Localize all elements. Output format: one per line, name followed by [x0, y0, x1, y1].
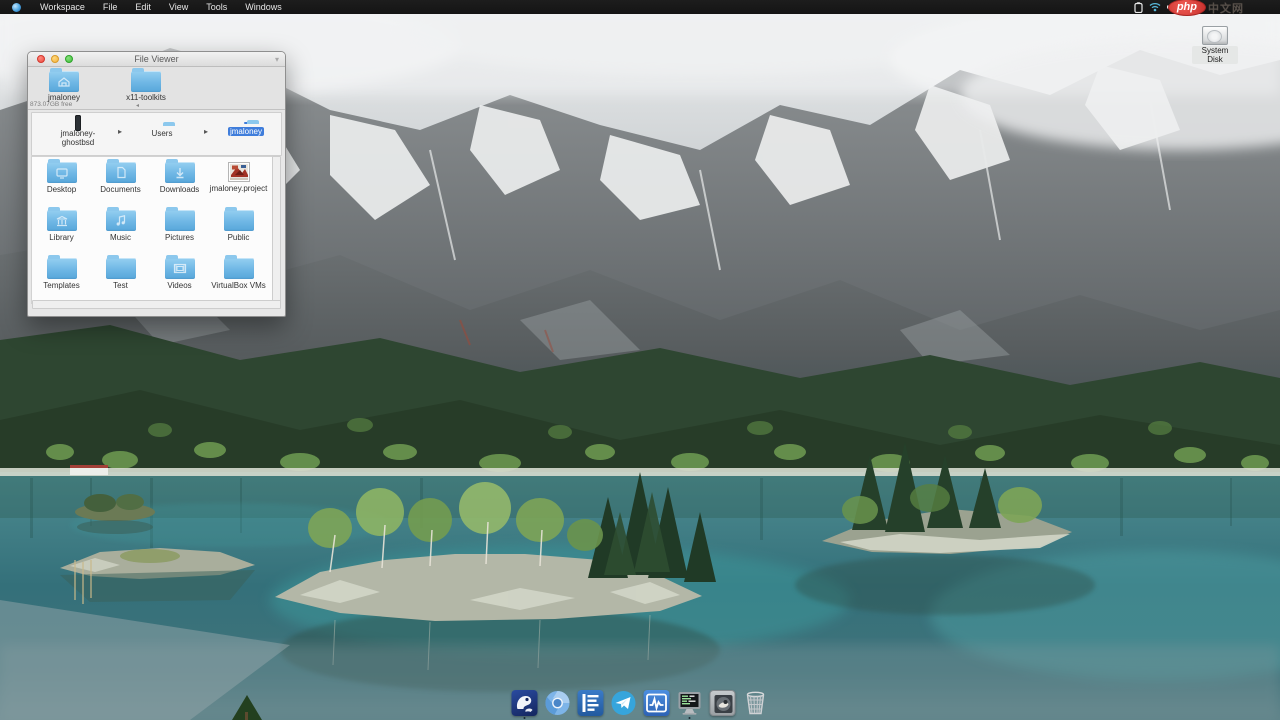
system-disk-label: System Disk [1192, 46, 1238, 64]
system-menu-icon[interactable] [12, 3, 21, 12]
hard-disk-icon [1202, 26, 1228, 45]
videos-folder-icon [165, 258, 195, 279]
dock-item-terminal[interactable] [677, 690, 703, 716]
chromium-icon [545, 690, 571, 716]
path-item-computer[interactable]: jmaloney-ghostbsd [46, 117, 110, 147]
battery-icon[interactable] [1134, 2, 1143, 13]
file-label: Pictures [165, 233, 194, 242]
window-title: File Viewer [28, 54, 285, 64]
file-item-pictures[interactable]: Pictures [150, 206, 209, 254]
file-item-test[interactable]: Test [91, 254, 150, 302]
library-folder-icon [47, 210, 77, 231]
running-indicator [524, 717, 526, 719]
watermark-text: 中文网 [1208, 0, 1244, 16]
shelf: jmaloney 873.07GB free x11-toolkits ◂ [28, 67, 285, 110]
folder-icon [106, 258, 136, 279]
watermark: php 中文网 [1168, 0, 1244, 16]
path-item-users[interactable]: Users [130, 118, 194, 138]
shelf-x11-label: x11-toolkits [118, 93, 174, 102]
file-item-downloads[interactable]: Downloads [150, 158, 209, 206]
vertical-scrollbar[interactable] [272, 156, 281, 304]
title-bar[interactable]: File Viewer ▾ [28, 52, 285, 67]
file-label: Documents [100, 185, 140, 194]
dock-item-chromium[interactable] [545, 690, 571, 716]
menu-tools[interactable]: Tools [197, 0, 236, 14]
folder-icon [224, 210, 254, 231]
terminal-icon [677, 690, 703, 716]
computer-icon [75, 118, 81, 128]
menu-workspace[interactable]: Workspace [31, 0, 94, 14]
path-bar: jmaloney-ghostbsd ▸ Users ▸ jmaloney [31, 112, 282, 156]
documents-folder-icon [106, 162, 136, 183]
file-item-project[interactable]: jmaloney.project [209, 158, 268, 206]
desktop-folder-icon [47, 162, 77, 183]
dock-item-telegram[interactable] [611, 690, 637, 716]
file-item-public[interactable]: Public [209, 206, 268, 254]
downloads-folder-icon [165, 162, 195, 183]
path-item-home-selected[interactable]: jmaloney [214, 116, 278, 136]
file-label: Library [49, 233, 73, 242]
gworkspace-icon [512, 690, 538, 716]
dock [512, 690, 769, 716]
miniaturize-icon[interactable]: ▾ [275, 55, 279, 64]
dock-item-image-viewer[interactable] [710, 690, 736, 716]
dock-item-text-editor[interactable] [578, 690, 604, 716]
running-indicator [689, 717, 691, 719]
file-label: Downloads [160, 185, 200, 194]
file-item-documents[interactable]: Documents [91, 158, 150, 206]
dock-item-trash[interactable] [743, 690, 769, 716]
dock-item-gworkspace[interactable] [512, 690, 538, 716]
file-item-virtualbox-vms[interactable]: VirtualBox VMs [209, 254, 268, 302]
trash-icon [743, 690, 769, 716]
file-item-desktop[interactable]: Desktop [32, 158, 91, 206]
folder-icon [131, 71, 161, 92]
image-viewer-icon [710, 690, 736, 716]
project-file-icon [228, 162, 250, 182]
desktop-icon-system-disk[interactable]: System Disk [1192, 26, 1238, 67]
file-label: Music [110, 233, 131, 242]
folder-icon [47, 258, 77, 279]
menu-bar: Workspace File Edit View Tools Windows 1… [0, 0, 1280, 14]
horizontal-scrollbar[interactable] [32, 300, 281, 309]
file-label: VirtualBox VMs [211, 281, 266, 290]
file-label: Templates [43, 281, 79, 290]
file-label: jmaloney.project [210, 184, 268, 193]
music-folder-icon [106, 210, 136, 231]
system-monitor-icon [644, 690, 670, 716]
file-label: Public [228, 233, 250, 242]
computer-label: jmaloney-ghostbsd [46, 129, 110, 147]
php-logo: php [1168, 0, 1206, 16]
folder-icon [224, 258, 254, 279]
dock-item-system-monitor[interactable] [644, 690, 670, 716]
path-arrow-icon: ▸ [204, 127, 208, 136]
menu-file[interactable]: File [94, 0, 127, 14]
users-label: Users [150, 129, 175, 138]
folder-icon [165, 210, 195, 231]
home-folder-icon [49, 71, 79, 92]
file-item-music[interactable]: Music [91, 206, 150, 254]
menu-edit[interactable]: Edit [126, 0, 160, 14]
menu-view[interactable]: View [160, 0, 197, 14]
file-viewer-window: File Viewer ▾ jmaloney 873.07GB free x11… [27, 51, 286, 317]
file-label: Test [113, 281, 128, 290]
desktop: Workspace File Edit View Tools Windows 1… [0, 0, 1280, 720]
shelf-item-x11-toolkits[interactable]: x11-toolkits [118, 71, 174, 102]
home-label: jmaloney [228, 127, 264, 136]
file-label: Videos [167, 281, 191, 290]
wifi-icon[interactable] [1149, 2, 1161, 12]
shelf-badge-icon: ◂ [136, 102, 139, 109]
icon-view: Desktop Documents Downloads [32, 158, 268, 303]
file-item-templates[interactable]: Templates [32, 254, 91, 302]
telegram-icon [611, 690, 637, 716]
file-label: Desktop [47, 185, 76, 194]
menu-windows[interactable]: Windows [236, 0, 291, 14]
shelf-item-home[interactable]: jmaloney [36, 71, 92, 102]
free-space-label: 873.07GB free [30, 101, 72, 108]
file-item-videos[interactable]: Videos [150, 254, 209, 302]
path-arrow-icon: ▸ [118, 127, 122, 136]
file-item-library[interactable]: Library [32, 206, 91, 254]
text-editor-icon [578, 690, 604, 716]
